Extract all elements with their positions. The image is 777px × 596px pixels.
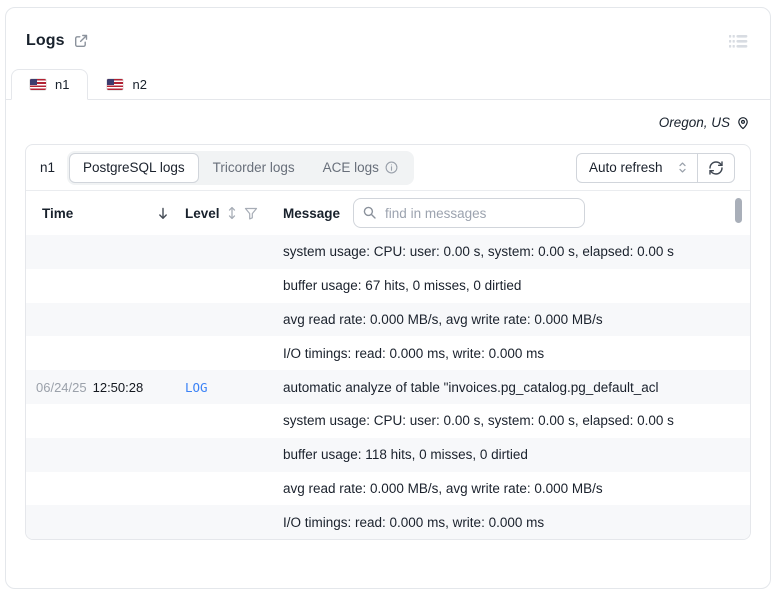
external-link-icon[interactable] xyxy=(73,33,89,49)
refresh-button[interactable] xyxy=(697,152,735,183)
column-header-time: Time xyxy=(42,205,74,221)
list-menu-button[interactable] xyxy=(727,32,750,54)
us-flag-icon xyxy=(30,79,46,90)
table-header: Time Level Message find in messages xyxy=(26,191,750,235)
region-row: Oregon, US xyxy=(25,115,750,130)
segment-label: ACE logs xyxy=(322,160,379,175)
row-message: I/O timings: read: 0.000 ms, write: 0.00… xyxy=(283,345,545,361)
row-date: 06/24/25 xyxy=(36,379,87,395)
region-label: Oregon, US xyxy=(658,115,730,130)
segment-label: Tricorder logs xyxy=(212,160,295,175)
table-row: avg read rate: 0.000 MB/s, avg write rat… xyxy=(26,302,750,337)
table-row: buffer usage: 67 hits, 0 misses, 0 dirti… xyxy=(26,269,750,303)
row-message: buffer usage: 67 hits, 0 misses, 0 dirti… xyxy=(283,278,522,294)
card-header: Logs xyxy=(6,8,770,54)
row-message: avg read rate: 0.000 MB/s, avg write rat… xyxy=(283,480,603,496)
row-message: system usage: CPU: user: 0.00 s, system:… xyxy=(283,413,674,429)
scrollbar-thumb[interactable] xyxy=(735,198,742,223)
segment-label: PostgreSQL logs xyxy=(83,160,185,175)
log-source-tricorder[interactable]: Tricorder logs xyxy=(199,153,309,183)
table-row: 06/24/25 12:50:28 LOG automatic analyze … xyxy=(26,370,750,404)
table-row: system usage: CPU: user: 0.00 s, system:… xyxy=(26,235,750,269)
column-header-message: Message xyxy=(283,205,341,221)
auto-refresh-label: Auto refresh xyxy=(589,160,663,175)
location-pin-icon xyxy=(736,116,750,130)
tab-bar: n1 n2 xyxy=(6,69,770,100)
log-source-ace[interactable]: ACE logs xyxy=(309,153,412,183)
sort-desc-icon[interactable] xyxy=(157,207,169,220)
tab-n1[interactable]: n1 xyxy=(11,69,89,100)
page-title: Logs xyxy=(26,32,65,49)
select-chevrons-icon xyxy=(678,161,687,174)
tab-content: Oregon, US n1 PostgreSQL logs Tricorder … xyxy=(6,115,770,540)
column-header-level: Level xyxy=(185,205,220,221)
row-level: LOG xyxy=(185,379,208,395)
table-row: system usage: CPU: user: 0.00 s, system:… xyxy=(26,404,750,438)
tab-label: n2 xyxy=(132,77,147,92)
row-message: I/O timings: read: 0.000 ms, write: 0.00… xyxy=(283,514,545,530)
sort-toggle-icon[interactable] xyxy=(227,206,237,220)
message-search xyxy=(353,198,586,228)
info-icon xyxy=(385,161,398,174)
row-time: 12:50:28 xyxy=(92,379,144,395)
logs-panel: n1 PostgreSQL logs Tricorder logs ACE lo… xyxy=(25,144,751,540)
table-row: avg read rate: 0.000 MB/s, avg write rat… xyxy=(26,472,750,506)
log-table-body: system usage: CPU: user: 0.00 s, system:… xyxy=(26,235,750,539)
auto-refresh-select[interactable]: Auto refresh xyxy=(576,152,698,183)
refresh-icon xyxy=(708,160,724,176)
row-message: system usage: CPU: user: 0.00 s, system:… xyxy=(283,244,674,260)
row-message: avg read rate: 0.000 MB/s, avg write rat… xyxy=(283,311,603,327)
list-icon xyxy=(729,34,748,49)
tab-n2[interactable]: n2 xyxy=(88,69,165,100)
log-source-postgresql[interactable]: PostgreSQL logs xyxy=(69,152,199,183)
filter-icon[interactable] xyxy=(244,207,258,220)
logs-card: Logs n1 n2 Oregon, US n1 PostgreSQL logs… xyxy=(5,7,771,589)
table-row: buffer usage: 118 hits, 0 misses, 0 dirt… xyxy=(26,437,750,472)
auto-refresh-group: Auto refresh xyxy=(576,152,735,183)
search-icon xyxy=(363,206,376,219)
row-message: automatic analyze of table "invoices.pg_… xyxy=(283,379,659,395)
row-message: buffer usage: 118 hits, 0 misses, 0 dirt… xyxy=(283,447,528,463)
table-row: I/O timings: read: 0.000 ms, write: 0.00… xyxy=(26,336,750,370)
panel-toolbar: n1 PostgreSQL logs Tricorder logs ACE lo… xyxy=(26,145,750,191)
time-cell: 06/24/25 12:50:28 xyxy=(36,380,185,395)
tab-label: n1 xyxy=(55,77,70,92)
us-flag-icon xyxy=(107,79,124,90)
instance-label: n1 xyxy=(40,160,56,175)
search-input[interactable] xyxy=(353,198,586,228)
log-source-segmented-control: PostgreSQL logs Tricorder logs ACE logs xyxy=(67,150,414,185)
table-row: I/O timings: read: 0.000 ms, write: 0.00… xyxy=(26,505,750,539)
